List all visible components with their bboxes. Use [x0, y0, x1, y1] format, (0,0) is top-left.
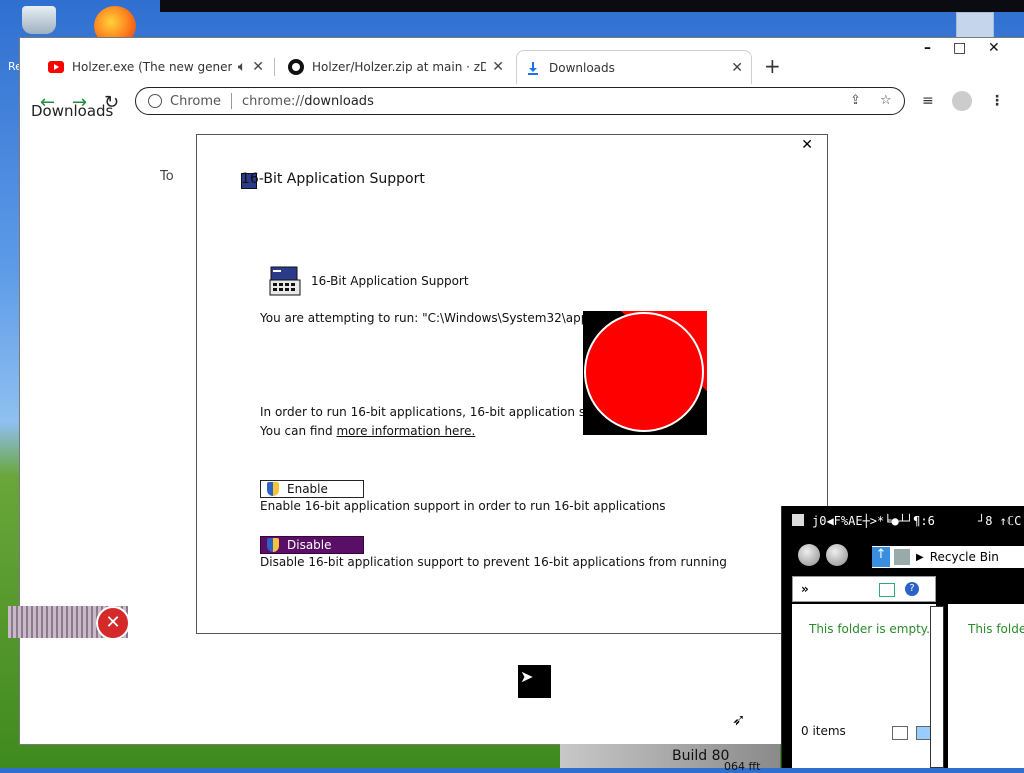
dos-application-icon	[269, 266, 301, 296]
bookmark-star-icon[interactable]: ☆	[880, 93, 892, 108]
url-text: chrome://downloads	[242, 93, 374, 109]
tab-label: Holzer.exe (The new generati	[72, 60, 232, 74]
breadcrumb[interactable]: Recycle Bin	[930, 550, 999, 564]
recycle-bin-icon	[894, 549, 910, 565]
youtube-icon	[48, 59, 64, 75]
site-label: Chrome	[170, 93, 221, 109]
items-count: 0 items	[801, 724, 846, 738]
explorer-address-bar[interactable]: ↑ ▶ Recycle Bin	[872, 546, 1024, 568]
scrollbar[interactable]	[930, 606, 944, 768]
disable-label: Disable	[287, 538, 332, 552]
enable-description: Enable 16-bit application support in ord…	[260, 499, 666, 513]
tab-strip: Holzer.exe (The new generati 🔈︎ ✕ Holzer…	[20, 38, 1024, 86]
help-icon[interactable]: ?	[905, 582, 919, 596]
close-tab-icon[interactable]: ✕	[252, 59, 264, 75]
page-text-fragment: To	[160, 169, 174, 184]
kebab-menu-icon[interactable]: ⋮	[990, 93, 1004, 109]
explorer-command-bar: » ?	[792, 576, 936, 602]
tab-github[interactable]: Holzer/Holzer.zip at main · zDom ✕	[280, 50, 512, 84]
maximize-button[interactable]: □	[953, 40, 966, 56]
tab-label: Holzer/Holzer.zip at main · zDom	[312, 60, 487, 74]
explorer-title-right: ┘8 ↑ℂC	[978, 514, 1022, 528]
download-icon	[525, 60, 541, 76]
explorer-window: ϳ0◀F%AE┼>*╘●┴┘¶:6 ┘8 ↑ℂC ↑ ▶ Recycle Bin…	[781, 506, 1024, 768]
more-commands-button[interactable]: »	[801, 582, 809, 596]
enable-button[interactable]: Enable	[260, 480, 364, 498]
tab-youtube[interactable]: Holzer.exe (The new generati 🔈︎ ✕	[40, 50, 272, 84]
explorer-file-pane: This folder is empty. 0 items	[792, 604, 936, 768]
close-tab-icon[interactable]: ✕	[492, 59, 504, 75]
empty-folder-message: This folder is empty.	[809, 622, 930, 636]
recycle-bin-icon	[792, 514, 804, 526]
page-title: Downloads	[31, 102, 114, 120]
error-icon: ✕	[96, 606, 130, 640]
app-name-label: 16-Bit Application Support	[311, 274, 469, 288]
dialog-title: 16-Bit Application Support	[241, 171, 425, 187]
profile-avatar-icon[interactable]	[952, 91, 972, 111]
build-watermark: Build 80	[672, 748, 730, 764]
more-info-link[interactable]: more information here.	[336, 424, 475, 438]
cursor-icon: ➤	[520, 667, 534, 686]
tab-downloads[interactable]: Downloads ✕	[516, 50, 752, 84]
uac-shield-icon	[267, 538, 279, 552]
explorer-file-pane-2: This folder	[948, 604, 1024, 768]
explorer-title: ϳ0◀F%AE┼>*╘●┴┘¶:6	[812, 514, 935, 528]
speaker-icon[interactable]: 🔈︎	[238, 59, 246, 75]
explorer-titlebar: ϳ0◀F%AE┼>*╘●┴┘¶:6 ┘8 ↑ℂC	[782, 506, 1024, 536]
info-line: You can find more information here.	[260, 424, 475, 438]
site-info-icon[interactable]	[148, 94, 162, 108]
back-circle-icon[interactable]	[798, 544, 820, 566]
disable-button[interactable]: Disable	[260, 536, 364, 554]
disable-description: Disable 16-bit application support to pr…	[260, 555, 727, 569]
dialog-close-button[interactable]: ✕	[801, 137, 813, 153]
new-tab-button[interactable]: +	[764, 54, 781, 78]
details-view-icon[interactable]	[892, 726, 908, 740]
desktop-top-bar	[160, 0, 1024, 12]
up-arrow-icon[interactable]: ↑	[872, 547, 890, 567]
cursor-trail-icon: ➶	[732, 710, 746, 729]
application-support-dialog: ✕ 16-Bit Application Support 16-Bit Appl…	[196, 134, 828, 634]
enable-label: Enable	[287, 482, 328, 496]
order-text: In order to run 16-bit applications, 16-…	[260, 405, 625, 419]
minimize-button[interactable]: –	[924, 40, 931, 56]
build-watermark-sub: 064 fft	[724, 760, 761, 773]
empty-folder-message: This folder	[968, 622, 1024, 636]
chevron-right-icon: ▶	[916, 551, 924, 563]
github-icon	[288, 59, 304, 75]
desktop-recycle-bin-icon[interactable]	[22, 6, 56, 34]
preview-pane-icon[interactable]	[879, 583, 895, 597]
close-window-button[interactable]: ✕	[988, 40, 1000, 56]
address-bar[interactable]: Chrome chrome://downloads ⇪ ☆	[135, 87, 905, 115]
tab-label: Downloads	[549, 60, 615, 75]
address-divider	[231, 93, 232, 109]
toolbar: ← → ↻ Chrome chrome://downloads ⇪ ☆ ≡ ⋮	[20, 86, 1024, 118]
red-circle-overlay	[583, 311, 707, 435]
info-prefix: You can find	[260, 424, 333, 438]
share-icon[interactable]: ⇪	[850, 93, 861, 108]
media-controls-icon[interactable]: ≡	[922, 93, 934, 109]
close-tab-icon[interactable]: ✕	[731, 60, 743, 76]
forward-circle-icon[interactable]	[826, 544, 848, 566]
tab-divider	[274, 58, 275, 76]
attempt-text: You are attempting to run: "C:\Windows\S…	[260, 311, 623, 325]
uac-shield-icon	[267, 482, 279, 496]
